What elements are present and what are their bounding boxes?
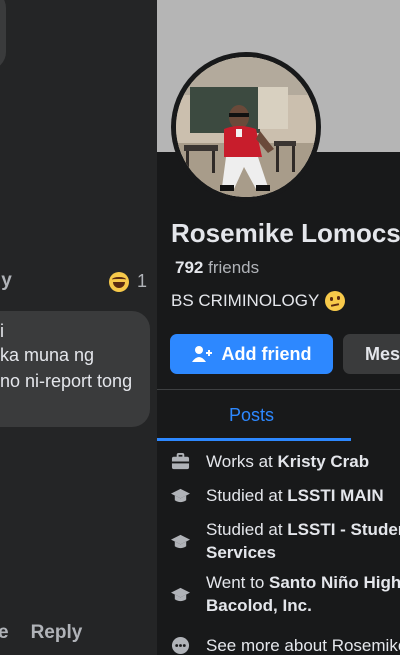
reply-link[interactable]: ly	[0, 270, 12, 292]
avatar-photo-illustration	[176, 57, 316, 197]
detail-see-more[interactable]: See more about Rosemike	[171, 634, 400, 655]
detail-value-line2: Bacolod, Inc.	[206, 596, 312, 615]
reaction-count: 1	[137, 271, 148, 291]
tab-posts[interactable]: Posts	[229, 405, 274, 426]
comment-bubble-partial	[0, 0, 6, 70]
friends-label: friends	[203, 258, 260, 277]
more-dots-icon	[171, 636, 190, 655]
comments-pane: ly 1 i ka muna ng no ni-report tong e Re…	[0, 0, 157, 655]
graduation-cap-icon	[171, 534, 190, 549]
detail-value-line2: Services	[206, 543, 276, 562]
comment-text-line: i	[0, 321, 4, 341]
haha-reaction-icon	[109, 271, 129, 292]
reaction-summary[interactable]: 1	[109, 271, 147, 292]
message-button[interactable]: Message	[343, 334, 400, 374]
detail-high-school[interactable]: Went to Santo Niño High Bacolod, Inc.	[171, 571, 400, 617]
detail-value: Santo Niño High	[269, 573, 400, 592]
reply-link[interactable]: Reply	[31, 622, 83, 644]
tabs-divider	[157, 389, 400, 390]
detail-education[interactable]: Studied at LSSTI - Student Services	[171, 518, 400, 564]
graduation-cap-icon	[171, 587, 190, 602]
profile-pane: Rosemike Lomocso 792 friends BS CRIMINOL…	[157, 0, 400, 655]
comment-actions: e Reply	[0, 622, 82, 644]
detail-education[interactable]: Studied at LSSTI MAIN	[171, 484, 384, 507]
comment-bubble[interactable]	[0, 311, 150, 427]
comment-text-line: ka muna ng	[0, 345, 95, 365]
active-tab-indicator	[157, 438, 351, 441]
friends-count[interactable]: 792 friends	[175, 258, 259, 278]
add-person-icon	[191, 346, 212, 362]
detail-value: LSSTI - Student	[287, 520, 400, 539]
detail-prefix: Studied at	[206, 486, 288, 505]
message-label: Message	[365, 343, 400, 364]
add-friend-button[interactable]: Add friend	[170, 334, 333, 374]
detail-prefix: Studied at	[206, 520, 288, 539]
thinking-face-icon	[325, 291, 346, 311]
comment-text-line: no ni-report tong	[0, 371, 133, 391]
profile-bio: BS CRIMINOLOGY	[171, 291, 346, 311]
like-link[interactable]: e	[0, 622, 9, 644]
detail-value: LSSTI MAIN	[287, 486, 384, 505]
briefcase-icon	[171, 452, 190, 470]
profile-name: Rosemike Lomocso	[171, 218, 400, 248]
detail-value: Kristy Crab	[277, 452, 370, 471]
profile-avatar[interactable]	[171, 52, 321, 202]
detail-prefix: Works at	[206, 452, 278, 471]
see-more-text: See more about Rosemike	[206, 636, 400, 655]
detail-prefix: Went to	[206, 573, 269, 592]
add-friend-label: Add friend	[221, 343, 312, 364]
bio-text: BS CRIMINOLOGY	[171, 291, 320, 310]
avatar-photo	[176, 57, 316, 197]
detail-work[interactable]: Works at Kristy Crab	[171, 450, 369, 473]
friends-number: 792	[175, 258, 204, 277]
graduation-cap-icon	[171, 488, 190, 503]
